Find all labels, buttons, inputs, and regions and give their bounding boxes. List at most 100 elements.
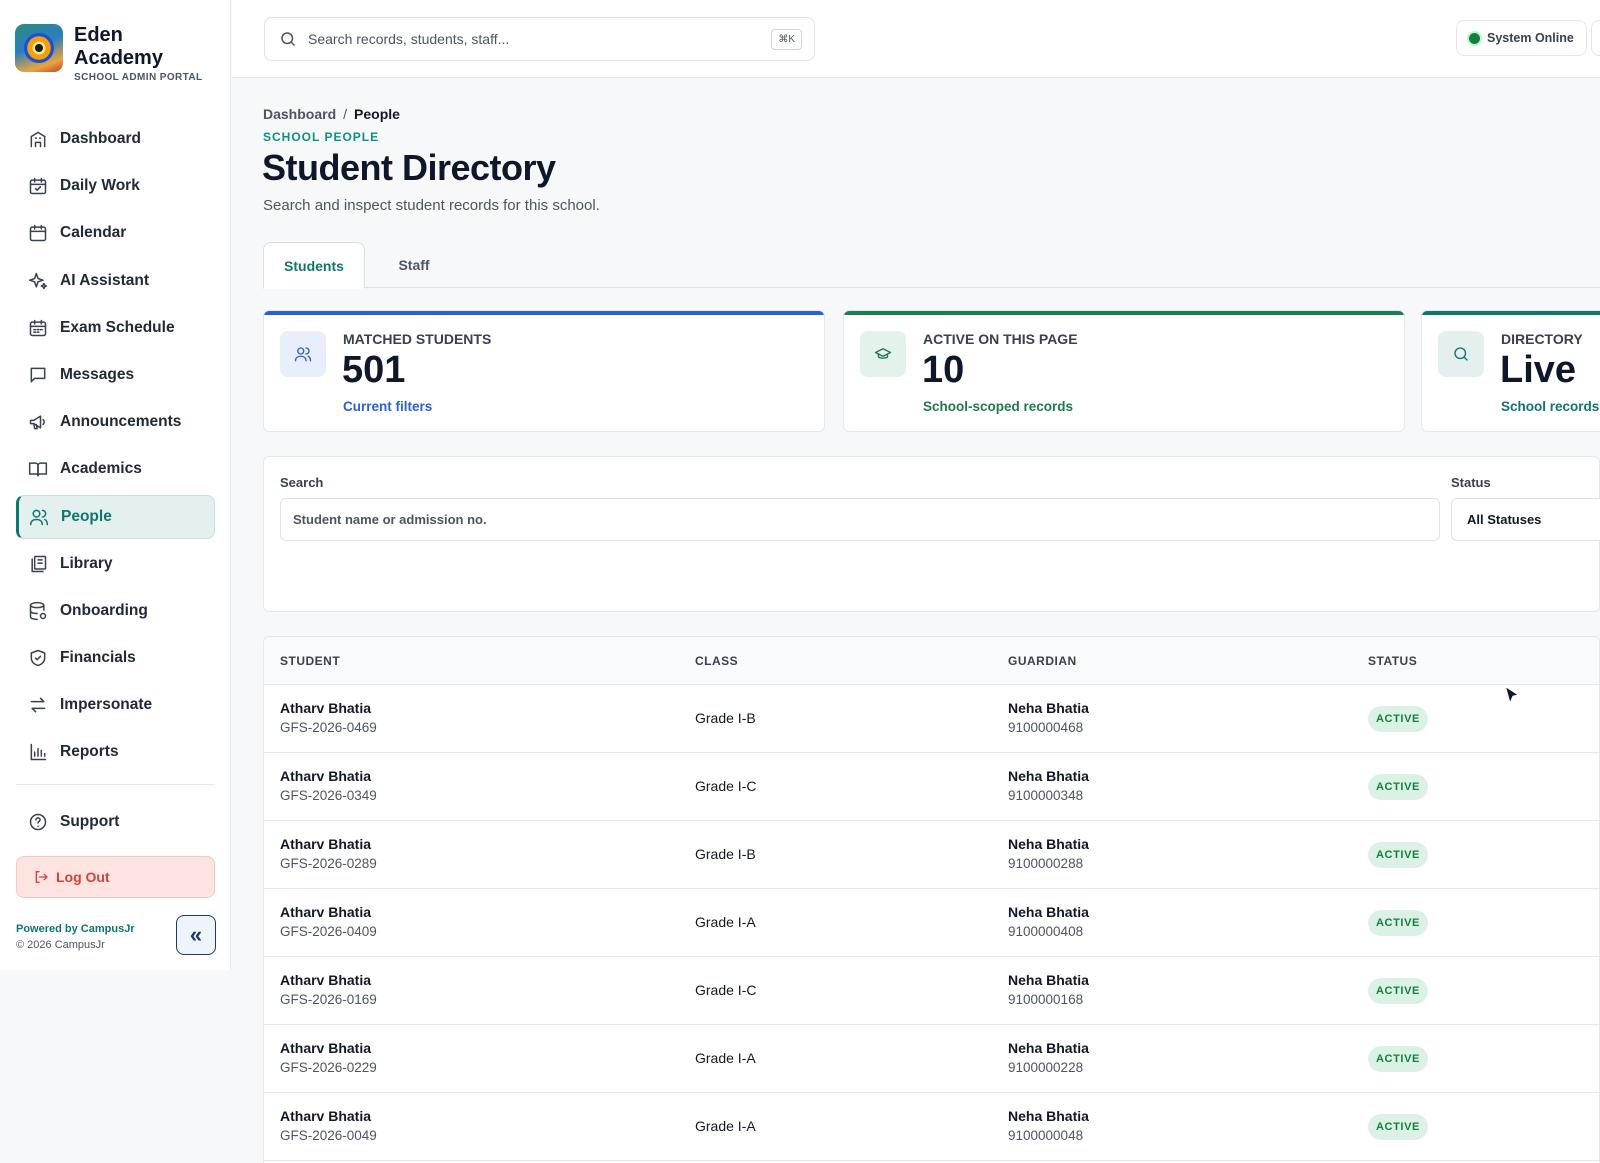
student-name: Atharv Bhatia	[280, 768, 372, 784]
guardian-name: Neha Bhatia	[1008, 904, 1089, 920]
sidebar-item-exam-schedule[interactable]: Exam Schedule	[16, 306, 215, 350]
sidebar-item-label: Academics	[60, 460, 142, 478]
stat-note: Current filters	[343, 399, 433, 414]
table-row[interactable]: Atharv Bhatia GFS-2026-0169 Grade I-C Ne…	[264, 957, 1599, 1025]
table-row[interactable]: Atharv Bhatia GFS-2026-0229 Grade I-A Ne…	[264, 1025, 1599, 1093]
calendar-grid-icon	[29, 319, 47, 336]
sidebar-item-daily-work[interactable]: Daily Work	[16, 164, 215, 208]
stat-card-matched-students: MATCHED STUDENTS 501 Current filters	[263, 310, 825, 432]
double-chevron-left-icon: «	[189, 922, 203, 947]
sidebar-item-label: Announcements	[60, 413, 182, 431]
page-title: Student Directory	[262, 147, 556, 188]
help-circle-icon	[29, 813, 47, 831]
breadcrumb-separator: /	[343, 106, 348, 122]
calendar-check-icon	[29, 177, 47, 195]
table-row[interactable]: Atharv Bhatia GFS-2026-0409 Grade I-A Ne…	[264, 889, 1599, 957]
stat-value: Live	[1500, 349, 1577, 391]
sidebar-item-label: Dashboard	[60, 130, 141, 147]
global-search-input[interactable]: Search records, students, staff... ⌘K	[264, 17, 815, 61]
student-name: Atharv Bhatia	[280, 700, 372, 716]
table-row[interactable]: Atharv Bhatia GFS-2026-0469 Grade I-B Ne…	[264, 685, 1599, 753]
sidebar-item-library[interactable]: Library	[16, 542, 215, 586]
sidebar-item-label: Messages	[60, 365, 135, 383]
guardian-name: Neha Bhatia	[1008, 768, 1089, 784]
column-header-guardian[interactable]: GUARDIAN	[1008, 654, 1077, 668]
admission-number: GFS-2026-0169	[280, 992, 377, 1007]
student-class: Grade I-A	[695, 914, 756, 930]
column-header-class[interactable]: CLASS	[695, 654, 738, 668]
student-name: Atharv Bhatia	[280, 904, 372, 920]
stat-card-active-on-page: ACTIVE ON THIS PAGE 10 School-scoped rec…	[843, 310, 1405, 432]
logout-button[interactable]: Log Out	[16, 856, 215, 898]
search-shortcut-hint: ⌘K	[771, 29, 802, 50]
sparkles-icon	[28, 272, 48, 289]
stat-value: 10	[922, 349, 965, 391]
student-class: Grade I-A	[695, 1050, 756, 1066]
sidebar-divider	[16, 784, 215, 785]
table-header: STUDENT CLASS GUARDIAN STATUS	[264, 637, 1599, 685]
stat-icon-box	[1438, 331, 1484, 377]
guardian-name: Neha Bhatia	[1008, 836, 1089, 852]
stat-value: 501	[342, 349, 406, 391]
student-search-input[interactable]: Student name or admission no.	[280, 498, 1440, 541]
page-subtitle: Search and inspect student records for t…	[263, 197, 600, 214]
page-eyebrow: SCHOOL PEOPLE	[263, 130, 380, 144]
guardian-phone: 9100000468	[1008, 720, 1084, 735]
topbar-action-button[interactable]	[1591, 20, 1600, 56]
brand[interactable]: Eden Academy SCHOOL ADMIN PORTAL	[15, 24, 203, 83]
table-row[interactable]: Atharv Bhatia GFS-2026-0349 Grade I-C Ne…	[264, 753, 1599, 821]
table-row[interactable]: Atharv Bhatia GFS-2026-0049 Grade I-A Ne…	[264, 1093, 1599, 1161]
powered-by[interactable]: Powered by CampusJr	[16, 923, 135, 935]
status-select[interactable]: All Statuses	[1451, 498, 1600, 541]
users-icon	[294, 347, 312, 362]
school-logo	[15, 24, 63, 72]
book-icon	[28, 462, 48, 477]
table-row[interactable]: Atharv Bhatia GFS-2026-0289 Grade I-B Ne…	[264, 821, 1599, 889]
breadcrumb-current: People	[354, 106, 400, 122]
mouse-cursor-icon	[1504, 685, 1520, 705]
status-select-value: All Statuses	[1467, 512, 1542, 527]
sidebar-item-messages[interactable]: Messages	[16, 353, 215, 397]
sidebar-item-dashboard[interactable]: Dashboard	[16, 117, 215, 161]
student-name: Atharv Bhatia	[280, 836, 372, 852]
tab-staff[interactable]: Staff	[379, 242, 449, 288]
tab-students[interactable]: Students	[263, 242, 365, 289]
system-status-badge[interactable]: System Online	[1456, 20, 1587, 56]
sidebar-item-impersonate[interactable]: Impersonate	[16, 683, 215, 727]
status-badge: ACTIVE	[1368, 978, 1428, 1004]
sidebar-item-support[interactable]: Support	[16, 800, 215, 844]
sidebar-item-financials[interactable]: Financials	[16, 636, 215, 680]
stat-accent-bar	[1422, 311, 1600, 315]
sidebar-item-label: Onboarding	[60, 601, 148, 619]
student-class: Grade I-C	[695, 982, 757, 998]
sidebar-item-people[interactable]: People	[16, 494, 215, 539]
sidebar-item-onboarding[interactable]: Onboarding	[16, 589, 215, 633]
breadcrumb: Dashboard / People	[263, 106, 400, 122]
filter-panel: Search Student name or admission no. Sta…	[263, 456, 1600, 612]
sidebar-item-academics[interactable]: Academics	[16, 447, 215, 491]
sidebar-item-announcements[interactable]: Announcements	[16, 400, 215, 444]
topbar: Search records, students, staff... ⌘K Sy…	[232, 0, 1600, 78]
student-name: Atharv Bhatia	[280, 972, 372, 988]
status-badge: ACTIVE	[1368, 774, 1428, 800]
sidebar-item-calendar[interactable]: Calendar	[16, 211, 215, 255]
sidebar-item-reports[interactable]: Reports	[16, 730, 215, 774]
calendar-icon	[29, 225, 47, 242]
guardian-phone: 9100000168	[1008, 992, 1084, 1007]
breadcrumb-dashboard[interactable]: Dashboard	[263, 106, 336, 122]
guardian-phone: 9100000228	[1008, 1060, 1084, 1075]
student-name: Atharv Bhatia	[280, 1108, 372, 1124]
sidebar-item-ai-assistant[interactable]: AI Assistant	[16, 259, 215, 303]
student-name: Atharv Bhatia	[280, 1040, 372, 1056]
sidebar: Eden Academy SCHOOL ADMIN PORTAL Dashboa…	[0, 0, 231, 970]
stat-icon-box	[280, 331, 326, 377]
database-icon	[29, 601, 47, 620]
graduation-cap-icon	[874, 348, 892, 359]
students-table: STUDENT CLASS GUARDIAN STATUS Atharv Bha…	[263, 636, 1600, 1163]
column-header-student[interactable]: STUDENT	[280, 654, 340, 668]
collapse-sidebar-button[interactable]: «	[176, 915, 216, 955]
sidebar-item-label: Library	[60, 554, 113, 572]
stat-label: DIRECTORY	[1501, 331, 1583, 347]
column-header-status[interactable]: STATUS	[1368, 654, 1417, 668]
search-filter-label: Search	[280, 475, 324, 490]
